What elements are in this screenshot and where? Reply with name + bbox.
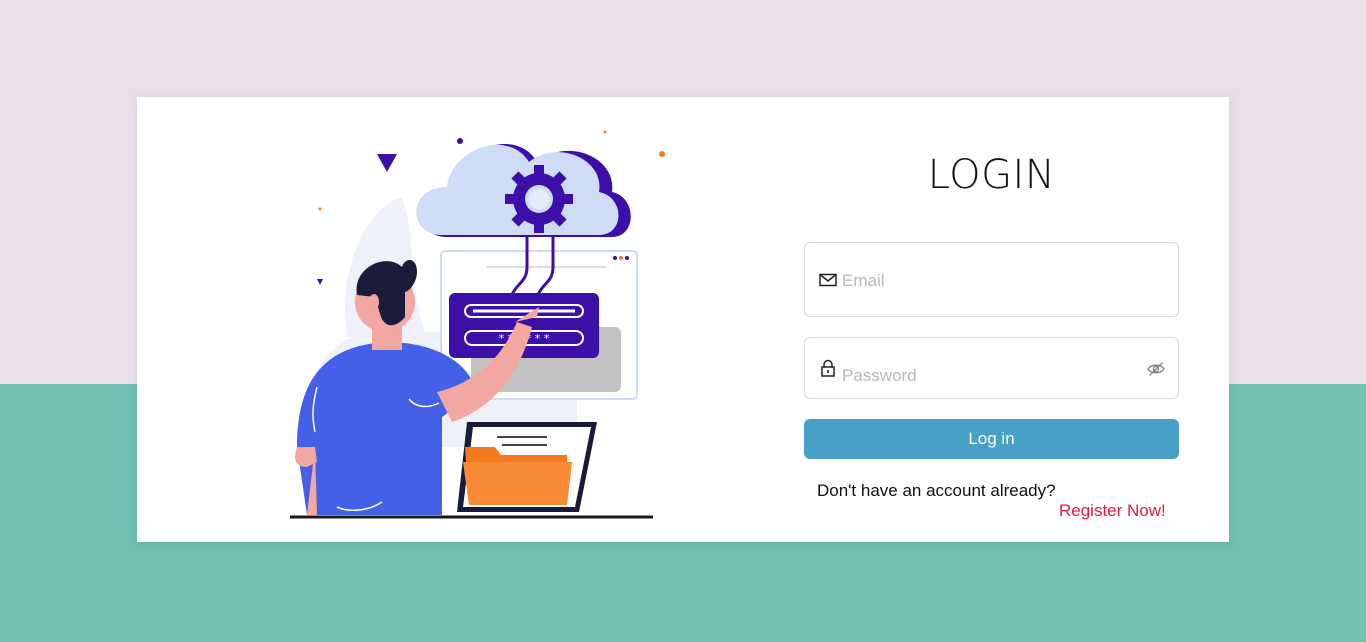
eye-slash-icon[interactable] bbox=[1146, 359, 1166, 379]
envelope-icon bbox=[819, 273, 837, 287]
password-field[interactable] bbox=[804, 337, 1179, 399]
lock-icon bbox=[821, 359, 835, 377]
email-input[interactable] bbox=[842, 269, 1132, 293]
login-card: * * * * * * LOGIN bbox=[137, 97, 1229, 542]
login-title: LOGIN bbox=[927, 152, 1056, 198]
email-field[interactable] bbox=[804, 242, 1179, 317]
login-button[interactable]: Log in bbox=[804, 419, 1179, 459]
no-account-text: Don't have an account already? bbox=[817, 481, 1056, 500]
login-illustration: * * * * * * bbox=[290, 130, 665, 519]
register-link[interactable]: Register Now! bbox=[1059, 501, 1166, 521]
password-input[interactable] bbox=[842, 364, 1132, 388]
